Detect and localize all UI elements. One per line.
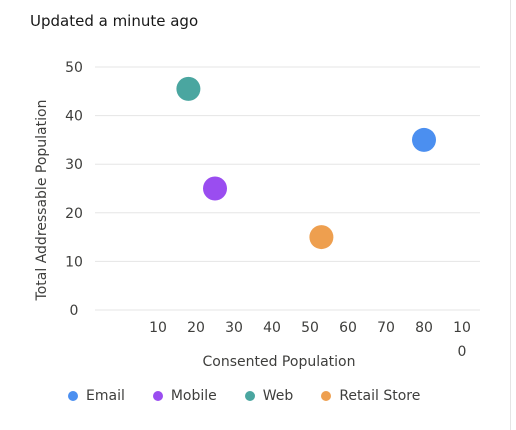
scatter-chart: 0 10 20 30 40 50 10 20 30 40 50 60 70 80 10 0 Total Ad… bbox=[34, 60, 480, 370]
data-points bbox=[176, 76, 436, 250]
legend: Email Mobile Web Retail Store bbox=[68, 388, 448, 404]
legend-item-email[interactable]: Email bbox=[68, 388, 125, 404]
y-axis-ticks: 0 10 20 30 40 50 bbox=[65, 60, 83, 319]
data-point-web[interactable] bbox=[176, 76, 201, 101]
legend-item-mobile[interactable]: Mobile bbox=[152, 388, 217, 404]
legend-label-web: Web bbox=[262, 388, 294, 404]
y-tick-label: 10 bbox=[65, 254, 83, 270]
x-tick-label: 10 0 bbox=[453, 320, 471, 360]
x-tick-label: 60 bbox=[339, 320, 357, 336]
x-tick-label: 20 bbox=[187, 320, 205, 336]
legend-dot-mobile bbox=[152, 391, 163, 401]
legend-item-web[interactable]: Web bbox=[244, 388, 294, 404]
y-tick-label: 0 bbox=[70, 303, 79, 319]
gridlines bbox=[95, 66, 480, 311]
legend-dot-email bbox=[68, 391, 78, 401]
y-tick-label: 50 bbox=[65, 60, 83, 76]
legend-label-retail-store: Retail Store bbox=[339, 388, 421, 404]
x-tick-label: 50 bbox=[301, 320, 319, 336]
legend-item-retail-store[interactable]: Retail Store bbox=[321, 388, 420, 404]
y-tick-label: 20 bbox=[65, 206, 83, 222]
legend-label-email: Email bbox=[86, 388, 125, 404]
data-point-retail-store[interactable] bbox=[309, 225, 334, 250]
x-tick-label: 30 bbox=[225, 320, 243, 336]
y-tick-label: 30 bbox=[65, 157, 83, 173]
data-point-mobile[interactable] bbox=[203, 176, 227, 201]
legend-dot-retail-store bbox=[321, 391, 332, 401]
x-tick-label: 10 bbox=[149, 320, 167, 336]
legend-dot-web bbox=[244, 391, 255, 401]
x-axis-label: Consented Population bbox=[203, 354, 356, 370]
data-point-email[interactable] bbox=[412, 127, 436, 152]
y-axis-label: Total Addressable Population bbox=[34, 100, 50, 302]
y-tick-label: 40 bbox=[65, 109, 83, 125]
legend-label-mobile: Mobile bbox=[170, 388, 217, 404]
chart-card: Updated a minute ago 0 10 20 30 40 50 10 20 30 4… bbox=[0, 0, 511, 430]
x-tick-label: 70 bbox=[377, 320, 395, 336]
x-tick-label: 40 bbox=[263, 320, 281, 336]
x-tick-label: 80 bbox=[415, 320, 433, 336]
